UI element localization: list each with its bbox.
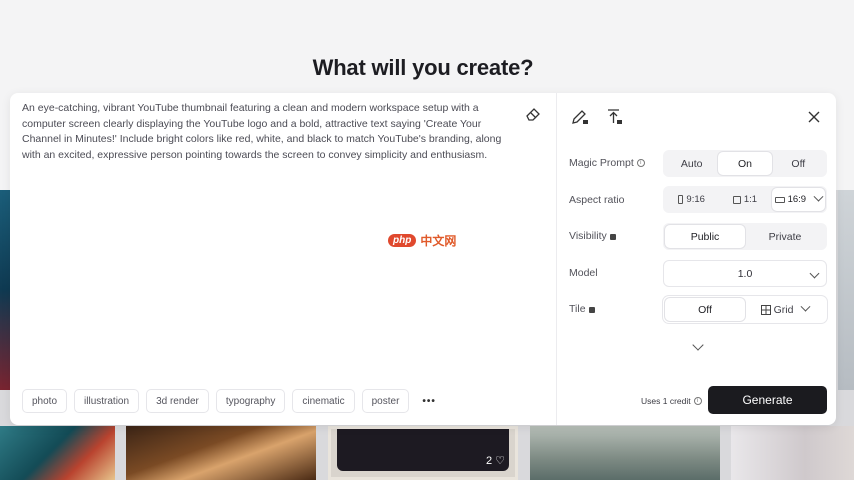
tag-illustration[interactable]: illustration [74, 389, 140, 413]
magic-prompt-auto[interactable]: Auto [665, 152, 718, 175]
landscape-ratio-icon [774, 196, 785, 203]
chevron-down-icon[interactable] [800, 301, 811, 312]
aspect-ratio-label: Aspect ratio [569, 194, 625, 206]
panel-divider [556, 93, 557, 425]
page-title: What will you create? [312, 55, 534, 80]
like-count[interactable]: 2 ♡ [486, 454, 505, 467]
thumbnail-image [337, 429, 509, 471]
model-select[interactable]: 1.0 [663, 260, 827, 287]
tag-typography[interactable]: typography [215, 389, 286, 413]
aspect-9-16[interactable]: 9:16 [665, 188, 718, 211]
tag-photo[interactable]: photo [22, 389, 68, 413]
model-label: Model [569, 267, 598, 279]
gallery-thumbnail[interactable] [126, 426, 316, 480]
chevron-down-icon [809, 268, 820, 279]
visibility-public[interactable]: Public [665, 225, 745, 248]
tile-label: Tile [569, 303, 595, 315]
eraser-icon[interactable] [524, 105, 542, 123]
generate-button[interactable]: Generate [708, 386, 827, 414]
tag-3d-render[interactable]: 3d render [146, 389, 209, 413]
lock-icon [609, 234, 616, 240]
tag-cinematic[interactable]: cinematic [292, 389, 355, 413]
visibility-toggle: Public Private [663, 223, 827, 250]
edit-pencil-icon[interactable] [570, 107, 590, 127]
magic-prompt-toggle: Auto On Off [663, 150, 827, 177]
square-ratio-icon [732, 195, 741, 204]
visibility-label: Visibility [569, 230, 616, 242]
watermark-logo: php [388, 234, 417, 247]
tile-selector: Off Grid [663, 296, 827, 323]
portrait-ratio-icon [678, 195, 684, 204]
tile-grid[interactable]: Grid [745, 298, 825, 321]
close-icon[interactable] [804, 107, 824, 127]
style-tags: photo illustration 3d render typography … [22, 389, 442, 413]
aspect-16-9[interactable]: 16:9 [771, 188, 825, 211]
gallery-thumbnail[interactable]: 2 ♡ [328, 426, 518, 480]
chevron-down-icon[interactable] [813, 191, 824, 202]
watermark-text: 中文网 [420, 234, 457, 248]
magic-prompt-label: Magic Prompt i [569, 157, 645, 169]
watermark: php 中文网 [388, 232, 456, 249]
lock-icon [588, 307, 595, 313]
gallery-thumbnail[interactable] [838, 190, 854, 390]
tag-poster[interactable]: poster [361, 389, 410, 413]
create-panel: An eye-catching, vibrant YouTube thumbna… [10, 93, 836, 425]
grid-icon [760, 304, 771, 315]
magic-prompt-on[interactable]: On [718, 152, 772, 175]
more-tags-button[interactable]: ••• [416, 389, 442, 413]
aspect-1-1[interactable]: 1:1 [718, 188, 771, 211]
upload-image-icon[interactable] [604, 107, 624, 127]
tile-off[interactable]: Off [665, 298, 745, 321]
expand-settings-chevron-icon[interactable] [692, 339, 704, 351]
gallery-thumbnail[interactable] [530, 426, 720, 480]
magic-prompt-off[interactable]: Off [772, 152, 825, 175]
prompt-input[interactable]: An eye-catching, vibrant YouTube thumbna… [22, 101, 518, 163]
visibility-private[interactable]: Private [745, 225, 825, 248]
aspect-ratio-selector: 9:16 1:1 16:9 [663, 186, 827, 213]
info-icon[interactable]: i [693, 397, 702, 405]
gallery-thumbnail[interactable] [731, 426, 854, 480]
gallery-thumbnail[interactable] [0, 426, 115, 480]
credit-info: Uses 1 credit i [641, 396, 702, 406]
info-icon[interactable]: i [636, 159, 645, 167]
